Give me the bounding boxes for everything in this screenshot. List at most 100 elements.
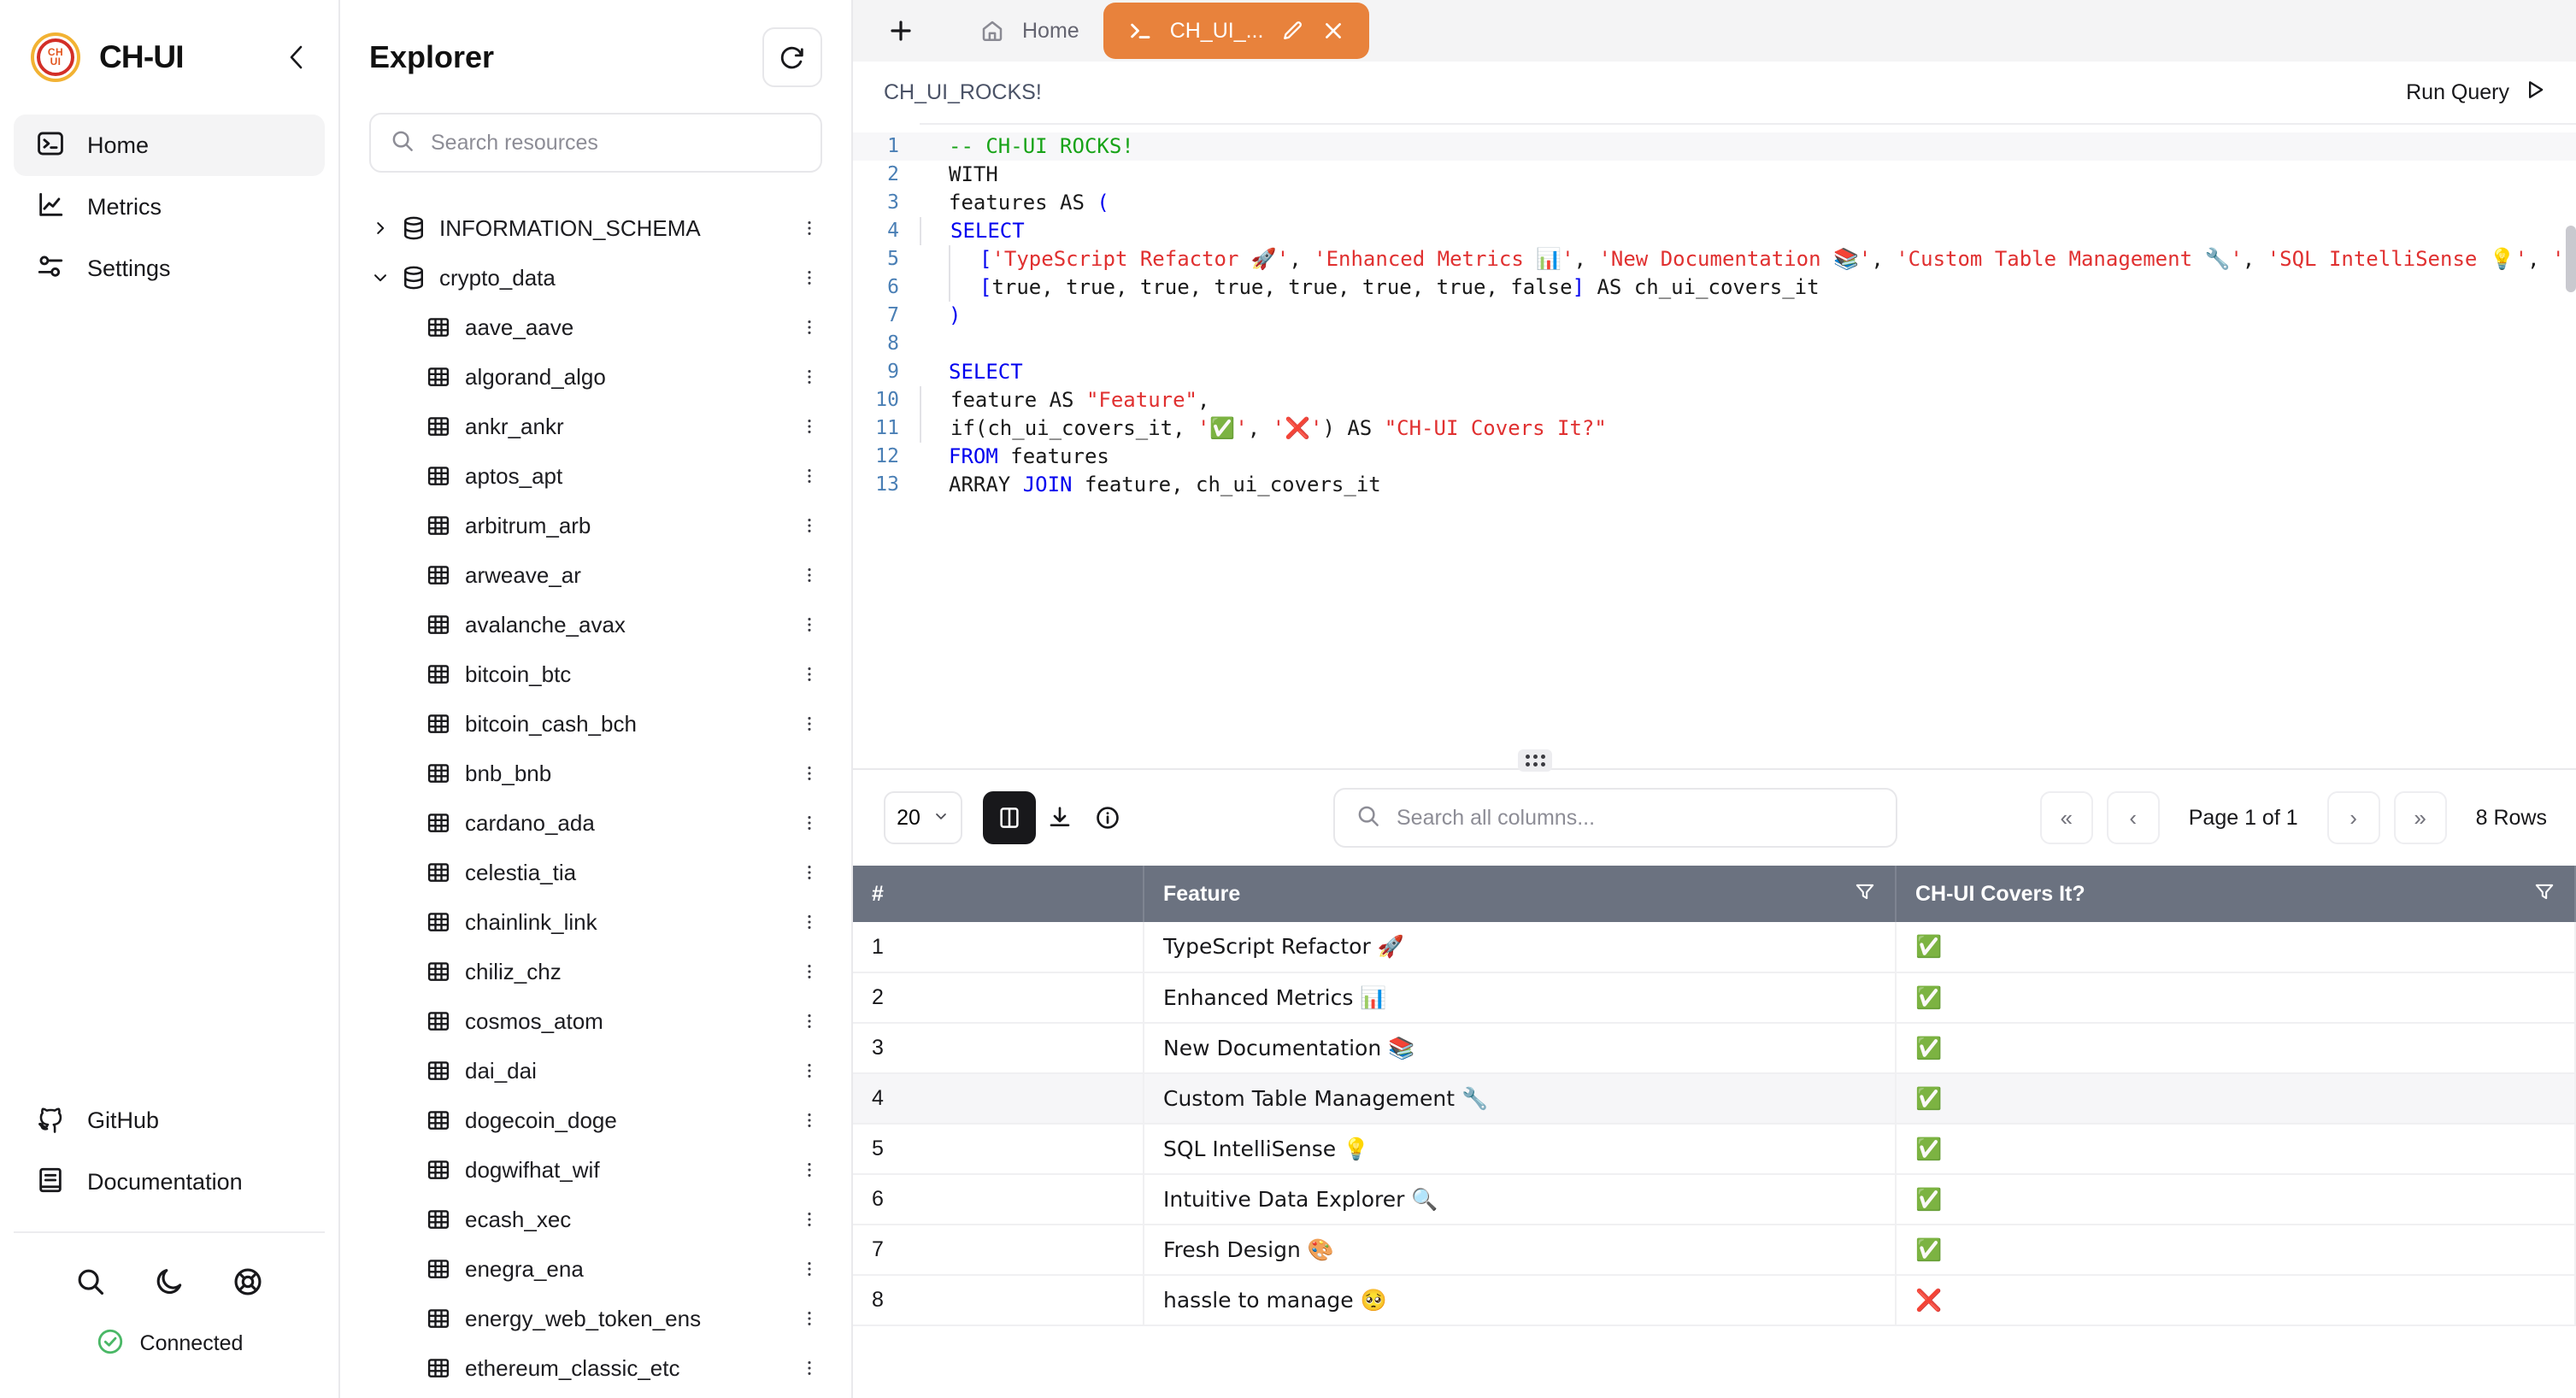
tree-item-table[interactable]: ecash_xec (340, 1195, 851, 1244)
more-options-icon[interactable] (795, 1160, 824, 1179)
more-options-icon[interactable] (795, 516, 824, 535)
explorer-search[interactable] (369, 113, 822, 173)
tree-item-table[interactable]: dogecoin_doge (340, 1095, 851, 1145)
more-options-icon[interactable] (795, 367, 824, 386)
info-button[interactable] (1084, 794, 1132, 842)
more-options-icon[interactable] (795, 764, 824, 783)
sql-editor[interactable]: 1 -- CH-UI ROCKS! 2 WITH 3 features AS (4 SELE… (853, 123, 2576, 768)
sidebar-item-settings[interactable]: Settings (14, 238, 325, 299)
table-row[interactable]: 6 Intuitive Data Explorer 🔍 ✅ (853, 1174, 2576, 1225)
tree-item-table[interactable]: ankr_ankr (340, 402, 851, 451)
table-row[interactable]: 8 hassle to manage 🥺 ❌ (853, 1275, 2576, 1326)
page-size-select[interactable]: 20 (884, 791, 962, 844)
more-options-icon[interactable] (795, 219, 824, 238)
more-options-icon[interactable] (795, 1012, 824, 1031)
tab-home[interactable]: Home (956, 3, 1103, 59)
table-icon (426, 1256, 465, 1282)
tree-item-table[interactable]: enegra_ena (340, 1244, 851, 1294)
tree-item-table[interactable]: dogwifhat_wif (340, 1145, 851, 1195)
tree-item-table[interactable]: arweave_ar (340, 550, 851, 600)
sidebar-item-metrics[interactable]: Metrics (14, 176, 325, 238)
pencil-icon[interactable] (1280, 19, 1304, 43)
run-query-button[interactable]: Run Query (2406, 78, 2547, 108)
tree-item-table[interactable]: aptos_apt (340, 451, 851, 501)
more-options-icon[interactable] (795, 1359, 824, 1377)
table-row[interactable]: 2 Enhanced Metrics 📊 ✅ (853, 972, 2576, 1024)
moon-icon[interactable] (146, 1259, 192, 1305)
tree-item-table[interactable]: chiliz_chz (340, 947, 851, 996)
more-options-icon[interactable] (795, 1210, 824, 1229)
tree-item-table[interactable]: aave_aave (340, 303, 851, 352)
tree-item-database[interactable]: crypto_data (340, 253, 851, 303)
sidebar-nav: Home Metrics Settings (0, 115, 338, 299)
column-header-covers[interactable]: CH-UI Covers It? (1896, 866, 2576, 922)
tree-item-table[interactable]: avalanche_avax (340, 600, 851, 649)
more-options-icon[interactable] (795, 665, 824, 684)
tree-item-database[interactable]: INFORMATION_SCHEMA (340, 203, 851, 253)
download-button[interactable] (1036, 794, 1084, 842)
editor-results-splitter[interactable] (853, 749, 2576, 772)
editor-scrollbar[interactable] (2566, 226, 2576, 292)
table-row[interactable]: 4 Custom Table Management 🔧 ✅ (853, 1073, 2576, 1125)
tree-item-table[interactable]: chainlink_link (340, 897, 851, 947)
results-search[interactable] (1333, 788, 1897, 848)
tree-item-table[interactable]: bnb_bnb (340, 749, 851, 798)
more-options-icon[interactable] (795, 318, 824, 337)
more-options-icon[interactable] (795, 417, 824, 436)
tree-item-table[interactable]: algorand_algo (340, 352, 851, 402)
results-search-input[interactable] (1397, 805, 1875, 831)
tree-item-table[interactable]: cosmos_atom (340, 996, 851, 1046)
pagination: « ‹ Page 1 of 1 › » 8 Rows (2039, 791, 2547, 844)
tab-query[interactable]: CH_UI_... (1103, 3, 1370, 59)
column-header-feature[interactable]: Feature (1144, 866, 1897, 922)
sidebar-item-documentation[interactable]: Documentation (14, 1151, 325, 1213)
splitter-handle[interactable] (1518, 749, 1552, 772)
last-page-button[interactable]: » (2393, 791, 2447, 844)
tree-item-table[interactable]: ethereum_classic_etc (340, 1343, 851, 1393)
more-options-icon[interactable] (795, 714, 824, 733)
table-row[interactable]: 1 TypeScript Refactor 🚀 ✅ (853, 922, 2576, 973)
more-options-icon[interactable] (795, 467, 824, 485)
sidebar-item-home[interactable]: Home (14, 115, 325, 176)
sidebar-item-github[interactable]: GitHub (14, 1090, 325, 1151)
more-options-icon[interactable] (795, 863, 824, 882)
filter-icon[interactable] (1854, 880, 1876, 908)
more-options-icon[interactable] (795, 1061, 824, 1080)
tree-item-table[interactable]: cardano_ada (340, 798, 851, 848)
columns-toggle-button[interactable] (983, 791, 1036, 844)
refresh-button[interactable] (762, 27, 822, 87)
table-row[interactable]: 5 SQL IntelliSense 💡 ✅ (853, 1124, 2576, 1175)
lifebuoy-icon[interactable] (225, 1259, 271, 1305)
chevron-right-icon[interactable] (371, 219, 400, 238)
search-input[interactable] (431, 130, 802, 156)
more-options-icon[interactable] (795, 913, 824, 931)
table-row[interactable]: 3 New Documentation 📚 ✅ (853, 1023, 2576, 1074)
chevron-down-icon[interactable] (371, 268, 400, 287)
prev-page-button[interactable]: ‹ (2106, 791, 2160, 844)
column-header-num[interactable]: # (853, 866, 1144, 922)
more-options-icon[interactable] (795, 615, 824, 634)
next-page-button[interactable]: › (2326, 791, 2380, 844)
search-icon[interactable] (68, 1259, 114, 1305)
more-options-icon[interactable] (795, 962, 824, 981)
editor-content[interactable]: 1 -- CH-UI ROCKS! 2 WITH 3 features AS (4 SELE… (853, 123, 2576, 768)
more-options-icon[interactable] (795, 268, 824, 287)
collapse-sidebar-button[interactable] (277, 38, 316, 77)
tree-item-table[interactable]: bitcoin_btc (340, 649, 851, 699)
tree-item-table[interactable]: dai_dai (340, 1046, 851, 1095)
tree-item-table[interactable]: arbitrum_arb (340, 501, 851, 550)
table-row[interactable]: 7 Fresh Design 🎨 ✅ (853, 1225, 2576, 1276)
close-icon[interactable] (1321, 19, 1345, 43)
more-options-icon[interactable] (795, 566, 824, 584)
add-tab-button[interactable] (875, 5, 926, 56)
more-options-icon[interactable] (795, 814, 824, 832)
filter-icon[interactable] (2533, 880, 2555, 908)
editor-line: 11 if(ch_ui_covers_it, '✅', '❌') AS "CH-U… (853, 414, 2576, 443)
tree-item-table[interactable]: celestia_tia (340, 848, 851, 897)
more-options-icon[interactable] (795, 1111, 824, 1130)
more-options-icon[interactable] (795, 1260, 824, 1278)
more-options-icon[interactable] (795, 1309, 824, 1328)
first-page-button[interactable]: « (2039, 791, 2093, 844)
tree-item-table[interactable]: energy_web_token_ens (340, 1294, 851, 1343)
tree-item-table[interactable]: bitcoin_cash_bch (340, 699, 851, 749)
